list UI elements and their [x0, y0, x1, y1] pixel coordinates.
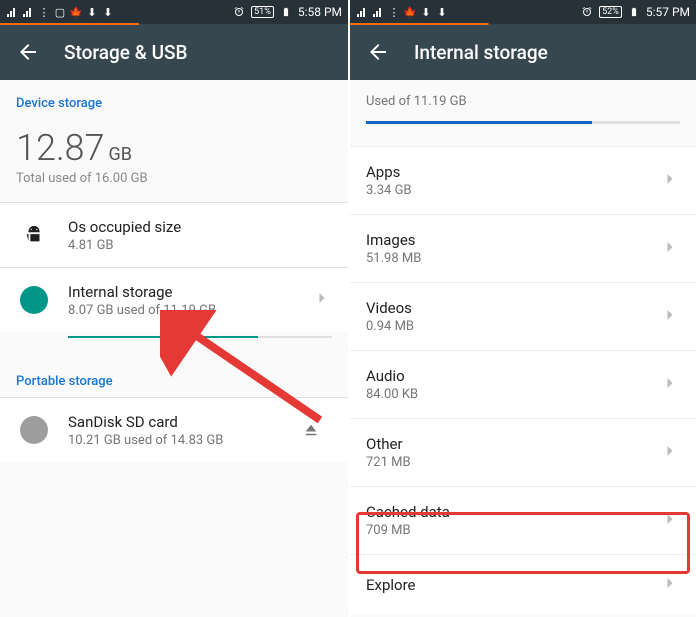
signal-icon: [372, 6, 384, 18]
circle-icon: [16, 282, 52, 318]
usage-progress: [366, 121, 680, 124]
alarm-icon: [581, 6, 593, 18]
page-title: Internal storage: [414, 41, 548, 64]
item-sub: 51.98 MB: [366, 251, 660, 266]
item-title: Cached data: [366, 503, 660, 521]
total-used-unit: GB: [109, 144, 132, 165]
storage-category-cached[interactable]: Cached data 709 MB: [350, 486, 696, 554]
item-sub: 721 MB: [366, 455, 660, 470]
eject-icon[interactable]: [302, 421, 320, 439]
total-capacity-sub: Total used of 16.00 GB: [16, 171, 332, 186]
screen-storage-usb: ⋮ ▢ 🍁 ⬇ ⬇ 51% 5:58 PM Storage & USB Devi…: [0, 0, 348, 617]
leaf-icon: 🍁: [70, 6, 82, 18]
item-sub: 0.94 MB: [366, 319, 660, 334]
storage-category-images[interactable]: Images 51.98 MB: [350, 214, 696, 282]
chevron-right-icon: [660, 237, 680, 261]
more-icon: ⋮: [38, 6, 50, 18]
clock-time: 5:57 PM: [646, 5, 690, 19]
item-title: Videos: [366, 299, 660, 317]
content: Device storage 12.87GB Total used of 16.…: [0, 80, 348, 617]
item-title: Images: [366, 231, 660, 249]
item-title: Audio: [366, 367, 660, 385]
os-occupied-item[interactable]: Os occupied size 4.81 GB: [0, 202, 348, 267]
storage-category-videos[interactable]: Videos 0.94 MB: [350, 282, 696, 350]
back-arrow-icon[interactable]: [16, 40, 40, 64]
total-storage-summary: 12.87GB Total used of 16.00 GB: [0, 119, 348, 202]
battery-percent: 51%: [251, 6, 274, 18]
chevron-right-icon: [660, 373, 680, 397]
chevron-right-icon: [660, 169, 680, 193]
storage-category-other[interactable]: Other 721 MB: [350, 418, 696, 486]
statusbar: ⋮ ▢ 🍁 ⬇ ⬇ 51% 5:58 PM: [0, 0, 348, 24]
screen-internal-storage: ⋮ 🍁 ⬇ ⬇ 52% 5:57 PM Internal storage Use…: [348, 0, 696, 617]
internal-progress: [68, 336, 332, 338]
image-icon: ▢: [54, 6, 66, 18]
item-sub: 3.34 GB: [366, 183, 660, 198]
battery-icon: [628, 6, 640, 18]
content: Used of 11.19 GB Apps 3.34 GB Images 51.…: [350, 80, 696, 617]
chevron-right-icon: [660, 509, 680, 533]
item-sub: 84.00 KB: [366, 387, 660, 402]
battery-icon: [280, 6, 292, 18]
battery-percent: 52%: [599, 6, 622, 18]
more-icon: ⋮: [388, 6, 400, 18]
sd-card-item[interactable]: SanDisk SD card 10.21 GB used of 14.83 G…: [0, 397, 348, 462]
chevron-right-icon: [312, 288, 332, 312]
total-used-value: 12.87: [16, 127, 105, 169]
item-title: Explore: [366, 576, 660, 594]
storage-category-explore[interactable]: Explore: [350, 554, 696, 615]
android-icon: [16, 217, 52, 253]
storage-category-apps[interactable]: Apps 3.34 GB: [350, 146, 696, 214]
item-title: Os occupied size: [68, 218, 332, 236]
statusbar: ⋮ 🍁 ⬇ ⬇ 52% 5:57 PM: [350, 0, 696, 24]
used-sub: Used of 11.19 GB: [366, 94, 680, 109]
download-icon: ⬇: [86, 6, 98, 18]
signal-icon: [356, 6, 368, 18]
item-title: Apps: [366, 163, 660, 181]
item-sub: 8.07 GB used of 11.19 GB: [68, 303, 312, 318]
download-icon: ⬇: [420, 6, 432, 18]
back-arrow-icon[interactable]: [366, 40, 390, 64]
appbar: Internal storage: [350, 24, 696, 80]
item-title: Other: [366, 435, 660, 453]
item-title: Internal storage: [68, 283, 312, 301]
chevron-right-icon: [660, 305, 680, 329]
alarm-icon: [233, 6, 245, 18]
item-sub: 709 MB: [366, 523, 660, 538]
device-storage-header: Device storage: [0, 80, 348, 119]
signal-icon: [22, 6, 34, 18]
storage-category-audio[interactable]: Audio 84.00 KB: [350, 350, 696, 418]
leaf-icon: 🍁: [404, 6, 416, 18]
item-sub: 10.21 GB used of 14.83 GB: [68, 433, 302, 448]
appbar: Storage & USB: [0, 24, 348, 80]
download-icon: ⬇: [436, 6, 448, 18]
item-sub: 4.81 GB: [68, 238, 332, 253]
chevron-right-icon: [660, 573, 680, 597]
clock-time: 5:58 PM: [298, 5, 342, 19]
item-title: SanDisk SD card: [68, 413, 302, 431]
signal-icon: [6, 6, 18, 18]
download-icon: ⬇: [102, 6, 114, 18]
used-header: Used of 11.19 GB: [350, 80, 696, 113]
page-title: Storage & USB: [64, 41, 188, 64]
circle-icon: [16, 412, 52, 448]
internal-storage-item[interactable]: Internal storage 8.07 GB used of 11.19 G…: [0, 267, 348, 332]
portable-storage-header: Portable storage: [0, 358, 348, 397]
chevron-right-icon: [660, 441, 680, 465]
